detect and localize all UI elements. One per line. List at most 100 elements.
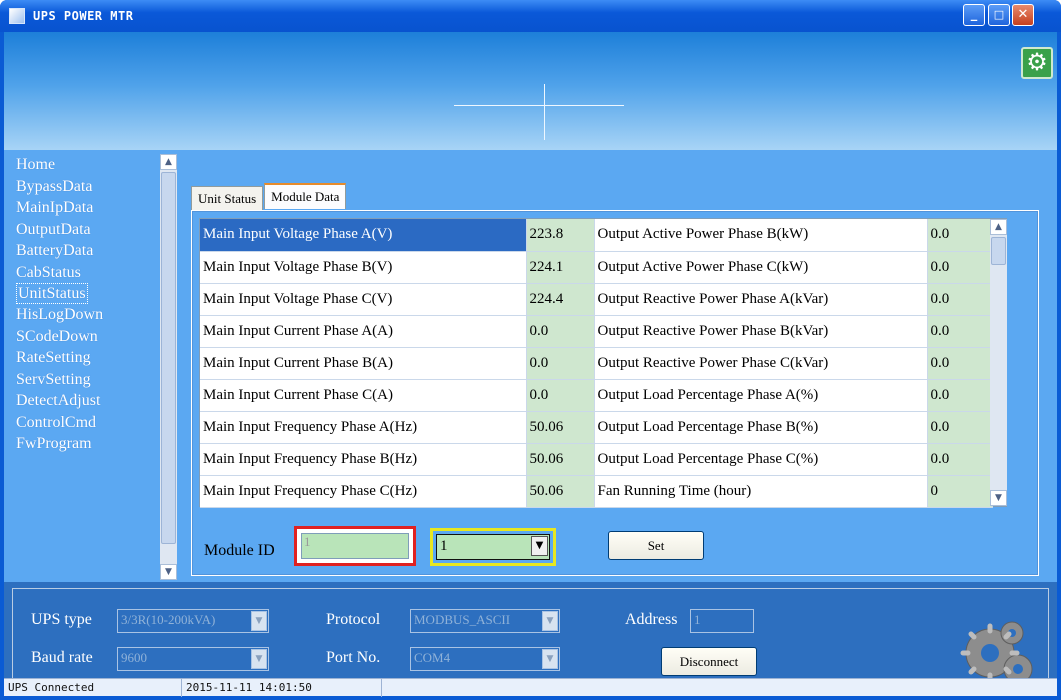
row-value[interactable]: 50.06 (526, 411, 595, 444)
table-row[interactable]: Main Input Voltage Phase B(V) 224.1 Output… (200, 251, 993, 284)
protocol-label: Protocol (326, 611, 381, 628)
row-label[interactable]: Output Reactive Power Phase C(kVar) (594, 347, 928, 380)
table-row[interactable]: Main Input Voltage Phase C(V) 224.4 Output… (200, 283, 993, 316)
grid-scroll-down-icon[interactable]: ▼ (990, 490, 1007, 506)
banner-decoration (454, 105, 624, 106)
table-row[interactable]: Main Input Current Phase B(A) 0.0 Output R… (200, 347, 993, 380)
row-value[interactable]: 0.0 (927, 315, 993, 348)
module-id-label: Module ID (204, 542, 275, 559)
disconnect-button[interactable]: Disconnect (661, 647, 757, 676)
sidebar-item-mainipdata[interactable]: MainIpData (16, 197, 103, 219)
window-title: UPS POWER MTR (33, 9, 134, 23)
row-value[interactable]: 50.06 (526, 443, 595, 476)
row-label[interactable]: Main Input Frequency Phase C(Hz) (200, 475, 527, 508)
maximize-button[interactable]: □ (988, 4, 1010, 26)
baud-rate-select[interactable]: 9600 ▼ (117, 647, 269, 671)
address-input[interactable]: 1 (690, 609, 754, 633)
row-value[interactable]: 50.06 (526, 475, 595, 508)
row-label[interactable]: Main Input Frequency Phase B(Hz) (200, 443, 527, 476)
ups-type-label: UPS type (31, 611, 92, 628)
scroll-down-icon[interactable]: ▼ (160, 564, 177, 580)
grid-scroll-thumb[interactable] (991, 237, 1006, 265)
chevron-down-icon[interactable]: ▼ (251, 649, 267, 669)
table-row[interactable]: Main Input Frequency Phase A(Hz) 50.06 Out… (200, 411, 993, 444)
sidebar-item-ratesetting[interactable]: RateSetting (16, 347, 103, 369)
row-value[interactable]: 224.4 (526, 283, 595, 316)
row-value[interactable]: 0.0 (927, 379, 993, 412)
ups-type-select[interactable]: 3/3R(10-200kVA) ▼ (117, 609, 269, 633)
row-label[interactable]: Output Load Percentage Phase C(%) (594, 443, 928, 476)
close-button[interactable]: ✕ (1012, 4, 1034, 26)
table-row[interactable]: Main Input Voltage Phase A(V) 223.8 Output… (200, 219, 993, 252)
sidebar-item-scodedown[interactable]: SCodeDown (16, 326, 103, 348)
row-value[interactable]: 0.0 (927, 219, 993, 252)
sidebar-item-outputdata[interactable]: OutputData (16, 219, 103, 241)
sidebar-item-unitstatus[interactable]: UnitStatus (16, 283, 88, 304)
row-label[interactable]: Output Reactive Power Phase A(kVar) (594, 283, 928, 316)
row-label[interactable]: Main Input Current Phase A(A) (200, 315, 527, 348)
table-row[interactable]: Main Input Frequency Phase B(Hz) 50.06 Out… (200, 443, 993, 476)
row-label[interactable]: Main Input Voltage Phase A(V) (200, 219, 527, 252)
row-label[interactable]: Output Active Power Phase C(kW) (594, 251, 928, 284)
row-label[interactable]: Output Active Power Phase B(kW) (594, 219, 928, 252)
set-button[interactable]: Set (608, 531, 704, 560)
row-label[interactable]: Output Load Percentage Phase B(%) (594, 411, 928, 444)
chevron-down-icon[interactable]: ▼ (542, 611, 558, 631)
row-label[interactable]: Output Load Percentage Phase A(%) (594, 379, 928, 412)
grid-scrollbar[interactable]: ▲ ▼ (990, 219, 1007, 506)
scroll-thumb[interactable] (161, 172, 176, 544)
row-label[interactable]: Fan Running Time (hour) (594, 475, 928, 508)
row-label[interactable]: Main Input Voltage Phase C(V) (200, 283, 527, 316)
row-value[interactable]: 0.0 (927, 251, 993, 284)
sidebar-item-hislogdown[interactable]: HisLogDown (16, 304, 103, 326)
row-label[interactable]: Main Input Frequency Phase A(Hz) (200, 411, 527, 444)
table-row[interactable]: Main Input Current Phase A(A) 0.0 Output R… (200, 315, 993, 348)
sidebar-item-batterydata[interactable]: BatteryData (16, 240, 103, 262)
row-value[interactable]: 224.1 (526, 251, 595, 284)
minimize-button[interactable]: _ (963, 4, 985, 26)
sidebar-item-bypassdata[interactable]: BypassData (16, 176, 103, 198)
title-bar[interactable]: UPS POWER MTR _ □ ✕ (0, 0, 1061, 32)
row-label[interactable]: Main Input Voltage Phase B(V) (200, 251, 527, 284)
banner-decoration-vertical (544, 84, 545, 140)
sidebar-item-fwprogram[interactable]: FwProgram (16, 433, 103, 455)
row-label[interactable]: Output Reactive Power Phase B(kVar) (594, 315, 928, 348)
module-select[interactable]: 1 ▼ (430, 528, 556, 566)
app-icon (9, 8, 25, 24)
row-label[interactable]: Main Input Current Phase B(A) (200, 347, 527, 380)
tab-bar: Unit Status Module Data (191, 183, 347, 210)
module-data-panel: Main Input Voltage Phase A(V) 223.8 Output… (191, 210, 1039, 576)
table-row[interactable]: Main Input Current Phase C(A) 0.0 Output L… (200, 379, 993, 412)
row-value[interactable]: 223.8 (526, 219, 595, 252)
module-id-input[interactable]: 1 (294, 526, 416, 566)
baud-rate-label: Baud rate (31, 649, 93, 666)
table-row[interactable]: Main Input Frequency Phase C(Hz) 50.06 Fan… (200, 475, 993, 508)
protocol-select[interactable]: MODBUS_ASCII ▼ (410, 609, 560, 633)
row-label[interactable]: Main Input Current Phase C(A) (200, 379, 527, 412)
grid-scroll-up-icon[interactable]: ▲ (990, 219, 1007, 235)
status-datetime: 2015-11-11 14:01:50 (182, 679, 382, 697)
row-value[interactable]: 0.0 (526, 379, 595, 412)
row-value[interactable]: 0.0 (526, 347, 595, 380)
port-no-select[interactable]: COM4 ▼ (410, 647, 560, 671)
sidebar-scrollbar[interactable]: ▲ ▼ (160, 154, 177, 580)
row-value[interactable]: 0 (927, 475, 993, 508)
row-value[interactable]: 0.0 (927, 347, 993, 380)
sidebar-item-cabstatus[interactable]: CabStatus (16, 262, 103, 284)
row-value[interactable]: 0.0 (526, 315, 595, 348)
scroll-up-icon[interactable]: ▲ (160, 154, 177, 170)
row-value[interactable]: 0.0 (927, 283, 993, 316)
sidebar-item-home[interactable]: Home (16, 154, 103, 176)
chevron-down-icon[interactable]: ▼ (542, 649, 558, 669)
tab-module-data[interactable]: Module Data (264, 183, 347, 209)
settings-gear-icon[interactable]: ⚙ (1021, 47, 1053, 79)
dropdown-arrow-icon[interactable]: ▼ (531, 536, 548, 556)
sidebar-item-controlcmd[interactable]: ControlCmd (16, 412, 103, 434)
app-window: UPS POWER MTR _ □ ✕ ⚙ Home BypassData Main… (0, 0, 1061, 700)
sidebar-item-servsetting[interactable]: ServSetting (16, 369, 103, 391)
row-value[interactable]: 0.0 (927, 443, 993, 476)
sidebar-item-detectadjust[interactable]: DetectAdjust (16, 390, 103, 412)
chevron-down-icon[interactable]: ▼ (251, 611, 267, 631)
row-value[interactable]: 0.0 (927, 411, 993, 444)
tab-unit-status[interactable]: Unit Status (191, 186, 264, 210)
